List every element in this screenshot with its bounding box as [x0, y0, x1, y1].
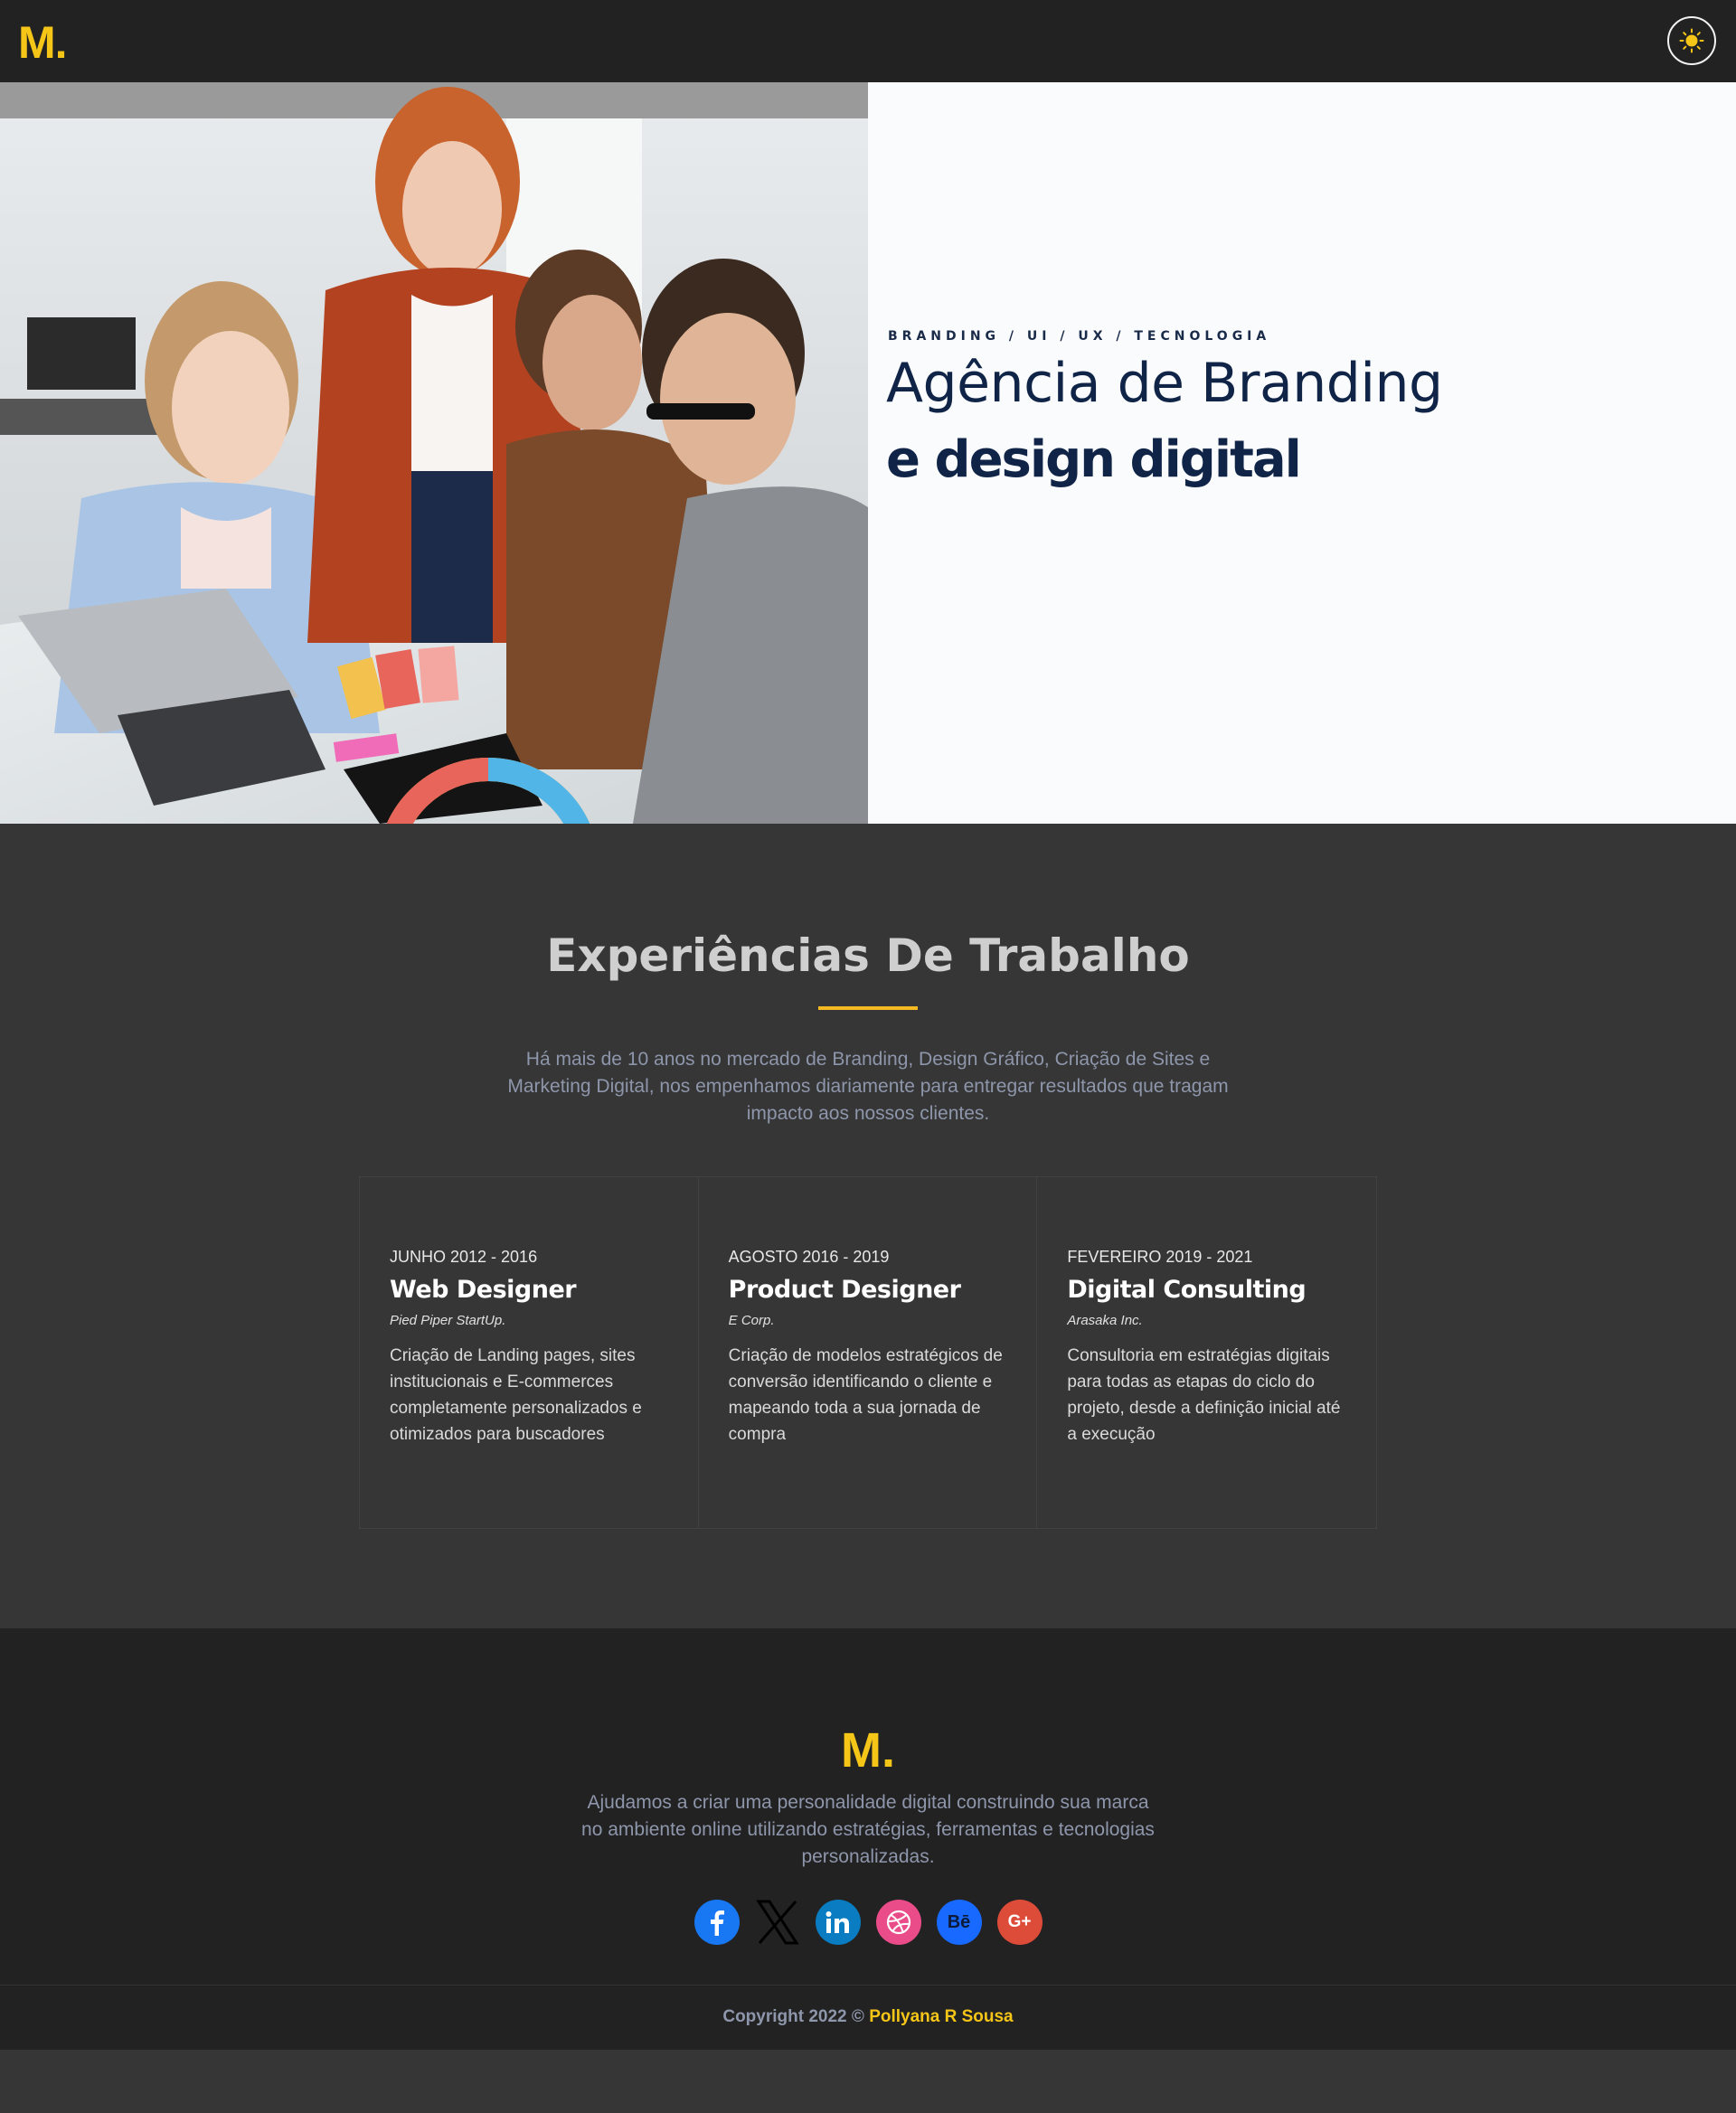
hero-kicker: BRANDING / UI / UX / TECNOLOGIA — [888, 329, 1271, 344]
experience-period: JUNHO 2012 - 2016 — [390, 1248, 538, 1266]
logo-text: M. — [18, 17, 68, 68]
hero-title-line1: Agência de Branding — [886, 352, 1443, 415]
facebook-icon — [710, 1910, 724, 1936]
copyright-bar: Copyright 2022 © Pollyana R Sousa — [0, 1985, 1736, 2050]
social-links: Bē G+ — [0, 1900, 1736, 1945]
behance-link[interactable]: Bē — [936, 1900, 982, 1945]
experience-card: AGOSTO 2016 - 2019 Product Designer E Co… — [699, 1177, 1038, 1528]
logo[interactable]: M. — [18, 16, 68, 69]
experience-role: Product Designer — [728, 1276, 961, 1304]
theme-toggle-button[interactable] — [1667, 16, 1716, 65]
copyright-text: Copyright 2022 © — [722, 2007, 864, 2026]
experience-section: Experiências De Trabalho Há mais de 10 a… — [0, 824, 1736, 1628]
experience-role: Digital Consulting — [1067, 1276, 1307, 1304]
top-navbar: M. — [0, 0, 1736, 82]
sun-icon — [1679, 28, 1704, 53]
dribbble-link[interactable] — [875, 1900, 921, 1945]
team-meeting-photo — [0, 82, 868, 824]
hero-text-panel: BRANDING / UI / UX / TECNOLOGIA Agência … — [868, 82, 1736, 824]
title-underline — [818, 1006, 918, 1010]
experience-period: AGOSTO 2016 - 2019 — [728, 1248, 890, 1266]
experience-description: Criação de modelos estratégicos de conve… — [728, 1346, 1003, 1444]
experience-description: Consultoria em estratégias digitais para… — [1067, 1346, 1341, 1444]
hero-section: BRANDING / UI / UX / TECNOLOGIA Agência … — [0, 82, 1736, 824]
experience-company: Arasaka Inc. — [1067, 1313, 1143, 1328]
x-icon — [755, 1900, 799, 1945]
experience-description: Criação de Landing pages, sites instituc… — [390, 1346, 642, 1444]
footer-description: Ajudamos a criar uma personalidade digit… — [581, 1792, 1155, 1867]
experience-intro: Há mais de 10 anos no mercado de Brandin… — [507, 1049, 1229, 1124]
linkedin-icon — [826, 1911, 849, 1933]
x-link[interactable] — [755, 1900, 800, 1945]
hero-image — [0, 82, 868, 824]
dribbble-icon — [886, 1910, 910, 1935]
experience-title: Experiências De Trabalho — [546, 929, 1190, 982]
footer-logo-text: M. — [841, 1723, 895, 1778]
experience-company: E Corp. — [728, 1313, 775, 1328]
google-plus-link[interactable]: G+ — [996, 1900, 1043, 1945]
experience-card: JUNHO 2012 - 2016 Web Designer Pied Pipe… — [360, 1177, 699, 1528]
google-plus-icon: G+ — [1007, 1912, 1032, 1931]
linkedin-link[interactable] — [815, 1900, 861, 1945]
footer-logo[interactable]: M. — [0, 1722, 1736, 1778]
hero-title-line2: e design digital — [886, 430, 1302, 489]
copyright-author-link[interactable]: Pollyana R Sousa — [869, 2007, 1013, 2026]
footer: M. Ajudamos a criar uma personalidade di… — [0, 1628, 1736, 2050]
experience-card: FEVEREIRO 2019 - 2021 Digital Consulting… — [1037, 1177, 1376, 1528]
facebook-link[interactable] — [693, 1900, 740, 1945]
behance-icon: Bē — [947, 1911, 971, 1932]
experience-period: FEVEREIRO 2019 - 2021 — [1067, 1248, 1253, 1266]
experience-company: Pied Piper StartUp. — [390, 1313, 506, 1328]
experience-role: Web Designer — [390, 1276, 577, 1304]
experience-cards: JUNHO 2012 - 2016 Web Designer Pied Pipe… — [359, 1176, 1377, 1529]
